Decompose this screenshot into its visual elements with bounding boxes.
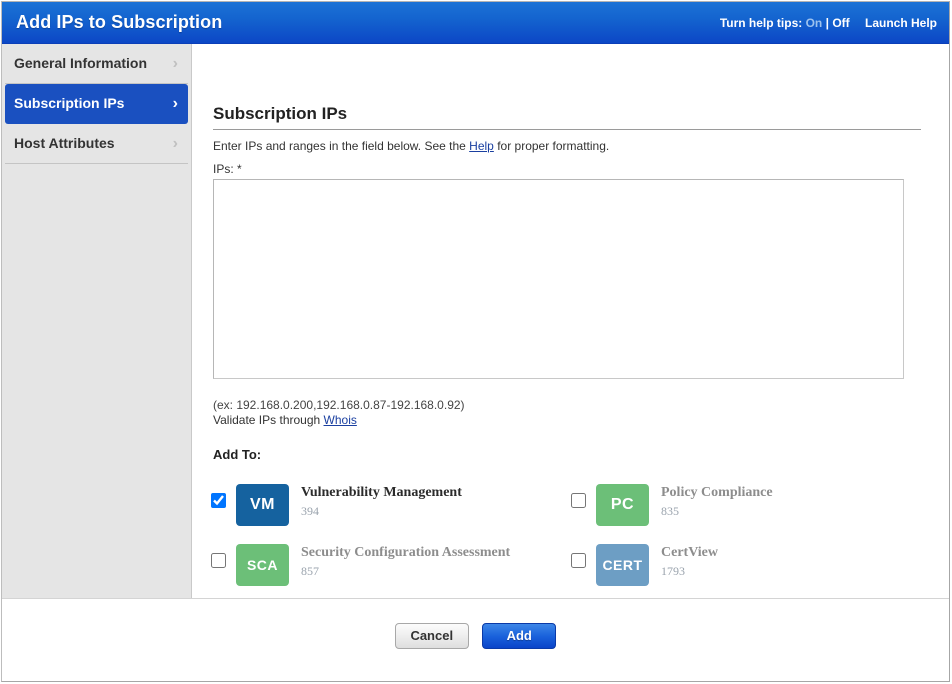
- dialog-footer: Cancel Add: [2, 598, 949, 682]
- module-count-vm: 394: [301, 504, 319, 519]
- titlebar-actions: Turn help tips: On | Off Launch Help: [720, 16, 937, 30]
- help-tips-off-link[interactable]: Off: [832, 16, 849, 30]
- page-title: Subscription IPs: [213, 104, 347, 124]
- help-tips-on-link[interactable]: On: [806, 16, 823, 30]
- module-tile-pc[interactable]: PC: [596, 484, 649, 526]
- dialog-titlebar: Add IPs to Subscription Turn help tips: …: [2, 2, 949, 44]
- intro-text-after: for proper formatting.: [494, 139, 609, 153]
- module-name-pc: Policy Compliance: [661, 485, 773, 501]
- chevron-right-icon: ›: [173, 54, 178, 74]
- module-item-sca: SCA Security Configuration Assessment 85…: [207, 542, 567, 598]
- main-panel: Subscription IPs Enter IPs and ranges in…: [193, 44, 949, 598]
- module-row: SCA Security Configuration Assessment 85…: [207, 542, 927, 598]
- intro-text: Enter IPs and ranges in the field below.…: [213, 139, 609, 153]
- dialog-body: General Information › Subscription IPs ›…: [2, 44, 949, 598]
- footer-button-row: Cancel Add: [2, 623, 949, 649]
- module-count-sca: 857: [301, 564, 319, 579]
- module-checkbox-sca[interactable]: [211, 553, 226, 568]
- module-name-cert: CertView: [661, 545, 718, 561]
- title-divider: [213, 129, 921, 130]
- module-count-pc: 835: [661, 504, 679, 519]
- sidebar-item-label: General Information: [14, 55, 147, 71]
- sidebar-item-general-information[interactable]: General Information ›: [5, 44, 188, 84]
- wizard-sidebar: General Information › Subscription IPs ›…: [2, 44, 192, 598]
- sidebar-item-subscription-ips[interactable]: Subscription IPs ›: [5, 84, 188, 124]
- sidebar-item-label: Subscription IPs: [14, 95, 124, 111]
- module-item-vm: VM Vulnerability Management 394: [207, 482, 567, 540]
- ips-example-hint: (ex: 192.168.0.200,192.168.0.87-192.168.…: [213, 398, 465, 412]
- cancel-button[interactable]: Cancel: [395, 623, 469, 649]
- module-tile-sca[interactable]: SCA: [236, 544, 289, 586]
- help-link[interactable]: Help: [469, 139, 494, 153]
- ips-field-label: IPs: *: [213, 162, 242, 176]
- module-checkbox-cert[interactable]: [571, 553, 586, 568]
- module-name-sca: Security Configuration Assessment: [301, 545, 510, 561]
- module-tile-cert[interactable]: CERT: [596, 544, 649, 586]
- sidebar-item-label: Host Attributes: [14, 135, 115, 151]
- add-ips-dialog: Add IPs to Subscription Turn help tips: …: [1, 1, 950, 682]
- help-tips-separator: |: [826, 16, 829, 30]
- sidebar-item-host-attributes[interactable]: Host Attributes ›: [5, 124, 188, 164]
- module-selection-grid: VM Vulnerability Management 394 PC Polic…: [207, 482, 927, 598]
- validate-ips-hint: Validate IPs through Whois: [213, 413, 357, 427]
- module-row: VM Vulnerability Management 394 PC Polic…: [207, 482, 927, 542]
- module-count-cert: 1793: [661, 564, 685, 579]
- validate-ips-prefix: Validate IPs through: [213, 413, 324, 427]
- add-button[interactable]: Add: [482, 623, 556, 649]
- chevron-right-icon: ›: [173, 134, 178, 154]
- module-checkbox-pc[interactable]: [571, 493, 586, 508]
- chevron-right-icon: ›: [173, 94, 178, 114]
- dialog-title: Add IPs to Subscription: [16, 12, 222, 33]
- module-item-cert: CERT CertView 1793: [567, 542, 927, 598]
- launch-help-link[interactable]: Launch Help: [865, 16, 937, 30]
- module-tile-vm[interactable]: VM: [236, 484, 289, 526]
- add-to-label: Add To:: [213, 447, 261, 462]
- module-item-pc: PC Policy Compliance 835: [567, 482, 927, 540]
- module-name-vm: Vulnerability Management: [301, 485, 462, 501]
- module-checkbox-vm[interactable]: [211, 493, 226, 508]
- ips-input[interactable]: [213, 179, 904, 379]
- whois-link[interactable]: Whois: [324, 413, 357, 427]
- help-tips-label: Turn help tips:: [720, 16, 802, 30]
- intro-text-before: Enter IPs and ranges in the field below.…: [213, 139, 469, 153]
